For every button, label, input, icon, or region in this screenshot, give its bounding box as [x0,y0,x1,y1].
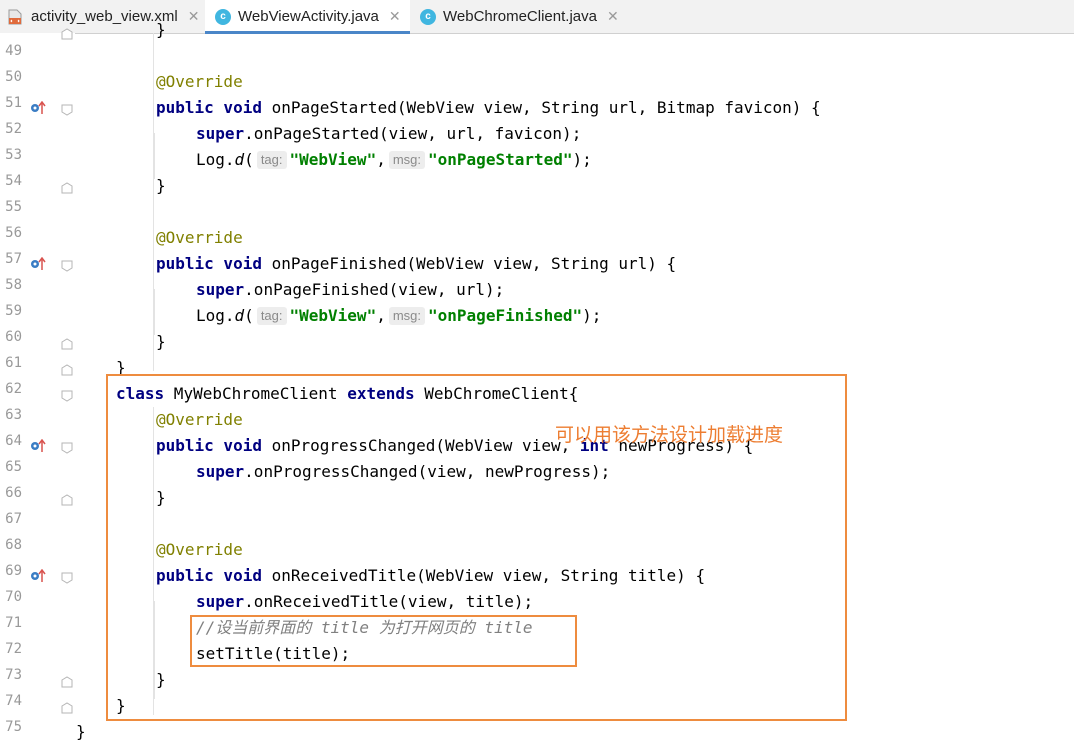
highlight-box-settitle [190,615,577,667]
indent-guide [154,289,155,335]
param-hint: tag: [256,151,287,169]
fold-start-icon[interactable] [61,257,73,272]
xml-file-icon [8,9,24,25]
close-tab-icon[interactable]: ✕ [389,8,401,25]
fold-end-icon[interactable] [61,673,73,688]
line-number-gutter: 49 50 51 52 53 54 55 56 57 58 59 60 61 62 63 64 65 66 67 68… [0,28,75,748]
code-line-48: } [156,20,166,39]
line-number: 72 [5,641,22,657]
line-number: 56 [5,225,22,241]
java-class-icon: c [420,8,436,25]
line-number: 66 [5,485,22,501]
code-line-59: Log.d(tag: "WebView", msg: "onPageFinished"… [196,306,602,325]
code-line-52: super.onPageStarted(view, url, favicon); [196,124,582,143]
line-number: 75 [5,719,22,735]
code-line-56: @Override [156,228,243,247]
line-number: 69 [5,563,22,579]
tab-webchromeclient-java[interactable]: c WebChromeClient.java ✕ [412,0,624,33]
line-number: 53 [5,147,22,163]
fold-start-icon[interactable] [61,439,73,454]
code-line-51: public void onPageStarted(WebView view, … [156,98,821,117]
code-line-50: @Override [156,72,243,91]
code-line-75: } [76,722,86,741]
indent-guide [154,133,155,179]
line-number: 49 [5,43,22,59]
override-marker-icon[interactable] [30,438,46,452]
fold-start-icon[interactable] [61,387,73,402]
line-number: 58 [5,277,22,293]
line-number: 51 [5,95,22,111]
fold-start-icon[interactable] [61,101,73,116]
line-number: 63 [5,407,22,423]
line-number: 70 [5,589,22,605]
tab-label: WebChromeClient.java [443,8,597,25]
close-tab-icon[interactable]: ✕ [188,8,200,25]
code-line-57: public void onPageFinished(WebView view,… [156,254,677,273]
line-number: 62 [5,381,22,397]
line-number: 54 [5,173,22,189]
line-number: 73 [5,667,22,683]
line-number: 64 [5,433,22,449]
tab-webviewactivity-java[interactable]: c WebViewActivity.java ✕ [205,0,410,34]
code-line-53: Log.d(tag: "WebView", msg: "onPageStarted")… [196,150,592,169]
override-marker-icon[interactable] [30,100,46,114]
line-number: 74 [5,693,22,709]
callout-note: 可以用该方法设计加载进度 [555,424,784,446]
line-number: 65 [5,459,22,475]
tab-label: WebViewActivity.java [238,8,379,25]
code-line-58: super.onPageFinished(view, url); [196,280,505,299]
fold-end-icon[interactable] [61,491,73,506]
line-number: 59 [5,303,22,319]
line-number: 60 [5,329,22,345]
fold-end-icon[interactable] [61,179,73,194]
code-line-60: } [156,332,166,351]
param-hint: tag: [256,307,287,325]
fold-end-icon[interactable] [61,699,73,714]
code-line-54: } [156,176,166,195]
tab-activity-web-view-xml[interactable]: activity_web_view.xml ✕ [8,0,204,33]
override-marker-icon[interactable] [30,568,46,582]
param-hint: msg: [388,151,426,169]
line-number: 55 [5,199,22,215]
close-tab-icon[interactable]: ✕ [607,8,619,25]
override-marker-icon[interactable] [30,256,46,270]
java-class-icon: c [215,8,231,25]
line-number: 67 [5,511,22,527]
line-number: 71 [5,615,22,631]
line-number: 61 [5,355,22,371]
line-number: 50 [5,69,22,85]
param-hint: msg: [388,307,426,325]
fold-end-icon[interactable] [61,335,73,350]
fold-start-icon[interactable] [61,569,73,584]
fold-end-icon[interactable] [61,25,73,40]
line-number: 57 [5,251,22,267]
line-number: 52 [5,121,22,137]
fold-end-icon[interactable] [61,361,73,376]
line-number: 68 [5,537,22,553]
